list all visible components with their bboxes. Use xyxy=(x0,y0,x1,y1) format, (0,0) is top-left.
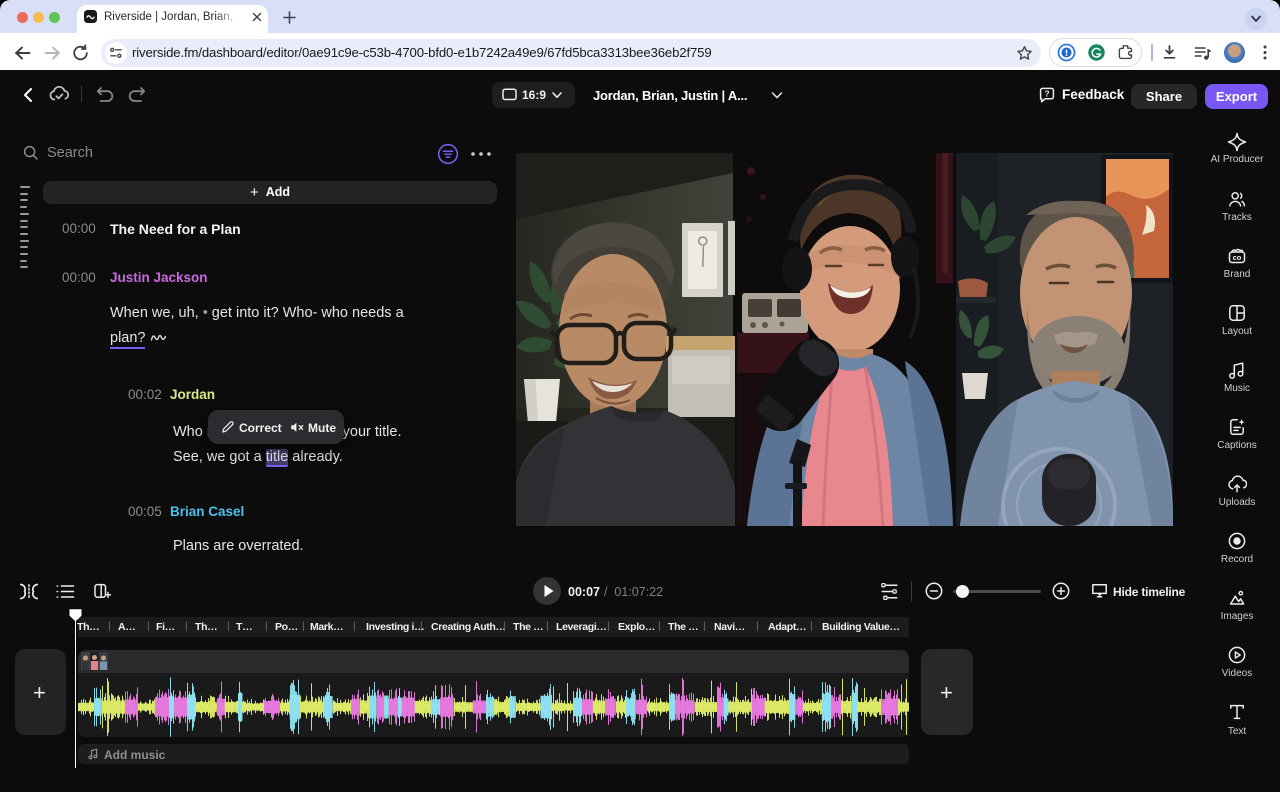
svg-text:co: co xyxy=(1233,253,1242,262)
svg-text:?: ? xyxy=(1044,89,1049,99)
